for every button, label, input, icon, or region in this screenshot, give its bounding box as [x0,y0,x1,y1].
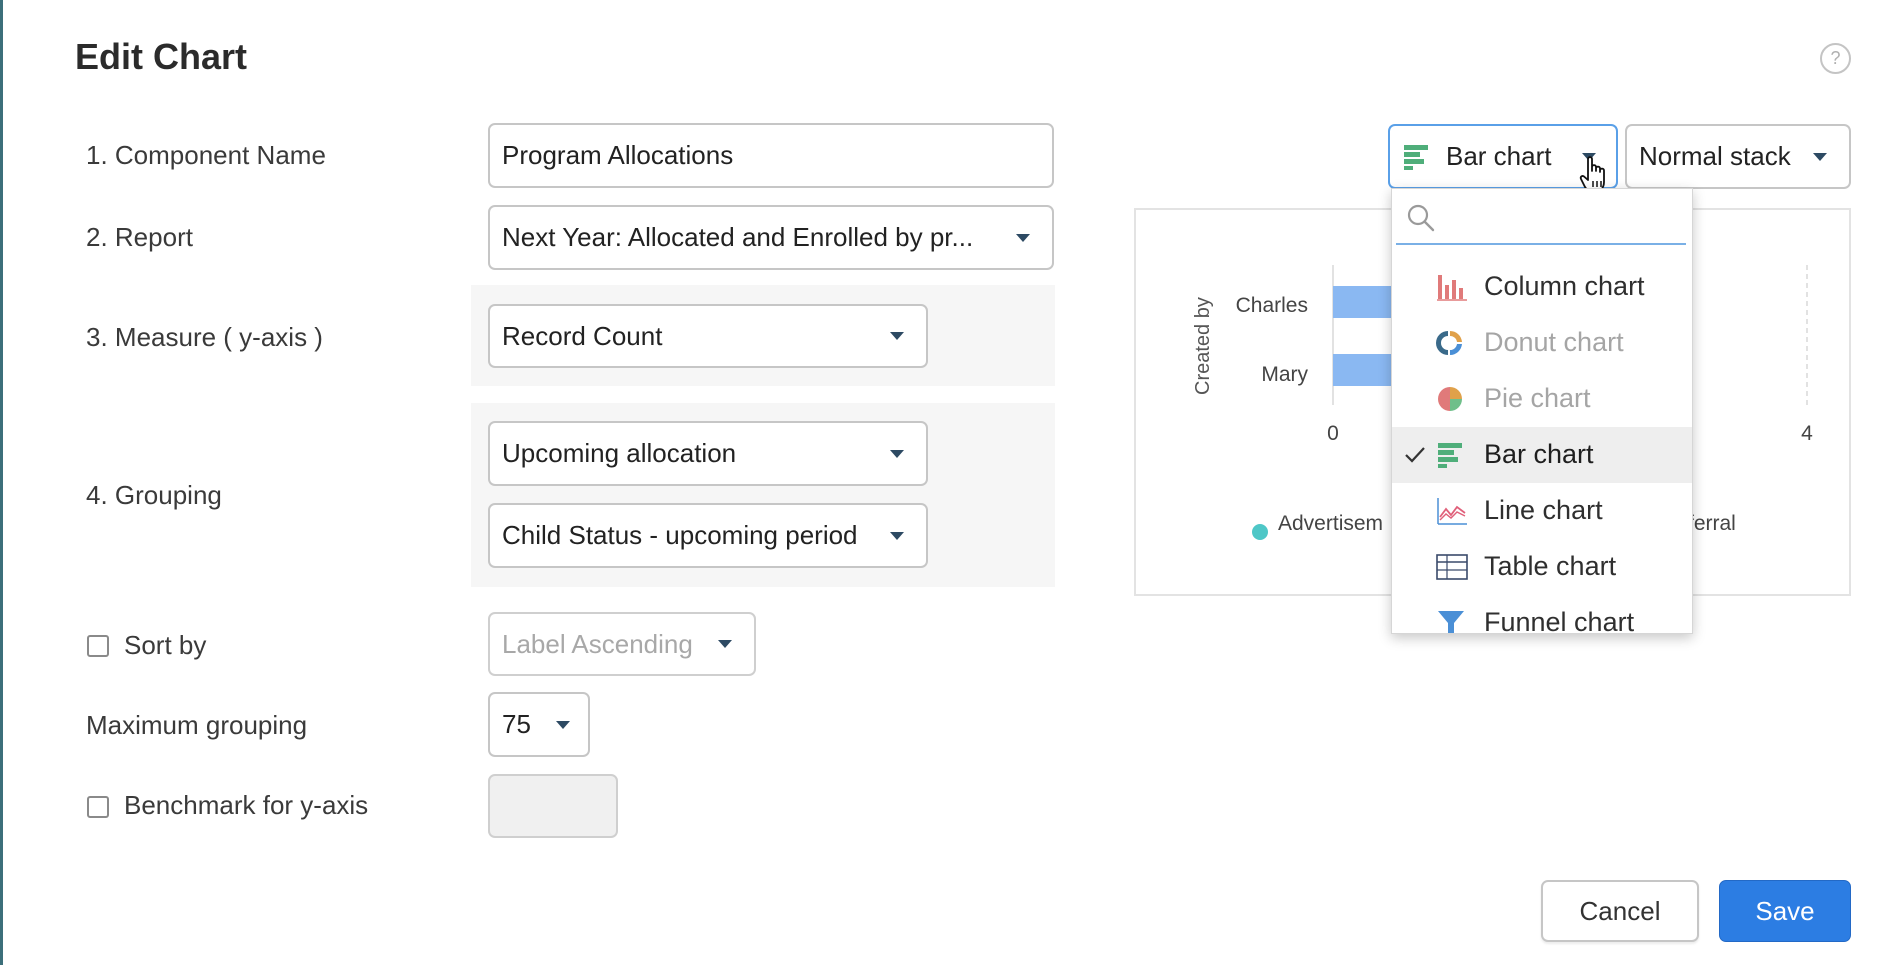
dropdown-item-label: Bar chart [1484,439,1594,469]
sort-by-value: Label Ascending [502,628,693,659]
report-select[interactable]: Next Year: Allocated and Enrolled by pr.… [488,205,1054,270]
preview-tick-0: 0 [1327,422,1339,445]
search-icon [1407,204,1435,232]
chevron-down-icon [890,332,904,340]
measure-select[interactable]: Record Count [488,304,928,368]
chart-type-value: Bar chart [1446,141,1552,171]
dropdown-item-label: Donut chart [1484,327,1624,357]
chevron-down-icon [890,531,904,540]
preview-legend-1: Advertisem [1278,512,1383,535]
dropdown-item-label: Table chart [1484,551,1617,581]
component-name-input[interactable]: Program Allocations [488,123,1054,188]
grouping-label: 4. Grouping [86,480,222,510]
pie-chart-icon [1438,387,1462,411]
dropdown-search-input[interactable] [1396,193,1686,245]
chevron-down-icon [890,449,904,458]
max-grouping-select[interactable]: 75 [488,692,590,757]
line-chart-icon [1437,498,1467,525]
help-icon[interactable]: ? [1820,43,1851,74]
cancel-button[interactable]: Cancel [1541,880,1699,942]
report-value: Next Year: Allocated and Enrolled by pr.… [502,222,974,252]
chevron-down-icon [718,640,732,648]
benchmark-label: Benchmark for y-axis [124,790,369,820]
edit-chart-dialog: Edit Chart ? 1. Component Name Program A… [3,0,1890,965]
preview-legend-dot [1252,524,1268,540]
max-grouping-value: 75 [502,709,531,739]
benchmark-input[interactable] [488,774,618,838]
component-name-label: 1. Component Name [86,140,326,170]
chevron-down-icon [556,720,570,729]
dropdown-item-line-chart[interactable]: Line chart [1392,483,1692,539]
dialog-title: Edit Chart [75,36,248,77]
funnel-chart-icon [1438,611,1464,633]
stack-type-value: Normal stack [1639,141,1791,171]
chevron-down-icon [1016,233,1030,242]
sort-by-select[interactable]: Label Ascending [488,612,756,676]
bar-chart-icon [1404,144,1428,170]
measure-label: 3. Measure ( y-axis ) [86,322,323,352]
grouping-value-2: Child Status - upcoming period [502,520,858,550]
checkmark-icon [1405,447,1425,463]
preview-category-1: Charles [1236,294,1308,317]
chart-type-dropdown: Column chart Donut chart Pie chart Bar c… [1391,188,1693,634]
grouping-select-1[interactable]: Upcoming allocation [488,421,928,486]
grouping-value-1: Upcoming allocation [502,438,737,468]
preview-axis-label: Created by [1192,297,1214,395]
dropdown-item-bar-chart[interactable]: Bar chart [1392,427,1692,483]
dropdown-item-label: Pie chart [1484,383,1591,413]
preview-tick-4: 4 [1801,422,1813,445]
table-chart-icon [1436,554,1468,580]
save-button[interactable]: Save [1719,880,1851,942]
column-chart-icon [1437,275,1467,301]
max-grouping-label: Maximum grouping [86,710,308,740]
dropdown-item-donut-chart[interactable]: Donut chart [1392,315,1692,371]
donut-chart-icon [1436,330,1462,356]
component-name-value: Program Allocations [502,140,734,170]
dropdown-item-table-chart[interactable]: Table chart [1392,539,1692,595]
dropdown-item-pie-chart[interactable]: Pie chart [1392,371,1692,427]
sort-by-label: Sort by [124,630,207,660]
report-label: 2. Report [86,222,193,252]
chevron-down-icon [1813,152,1827,161]
bar-chart-icon [1438,443,1462,468]
measure-value: Record Count [502,320,663,351]
stack-type-select[interactable]: Normal stack [1625,124,1851,189]
dropdown-item-label: Funnel chart [1484,607,1635,634]
dropdown-item-column-chart[interactable]: Column chart [1392,259,1692,315]
sort-by-checkbox[interactable] [87,635,109,657]
dropdown-item-funnel-chart[interactable]: Funnel chart [1392,595,1692,634]
preview-category-2: Mary [1261,363,1308,386]
grouping-select-2[interactable]: Child Status - upcoming period [488,503,928,568]
preview-legend-2: ferral [1688,512,1736,535]
benchmark-checkbox[interactable] [87,796,109,818]
dropdown-item-label: Line chart [1484,495,1603,525]
dropdown-item-label: Column chart [1484,271,1645,301]
